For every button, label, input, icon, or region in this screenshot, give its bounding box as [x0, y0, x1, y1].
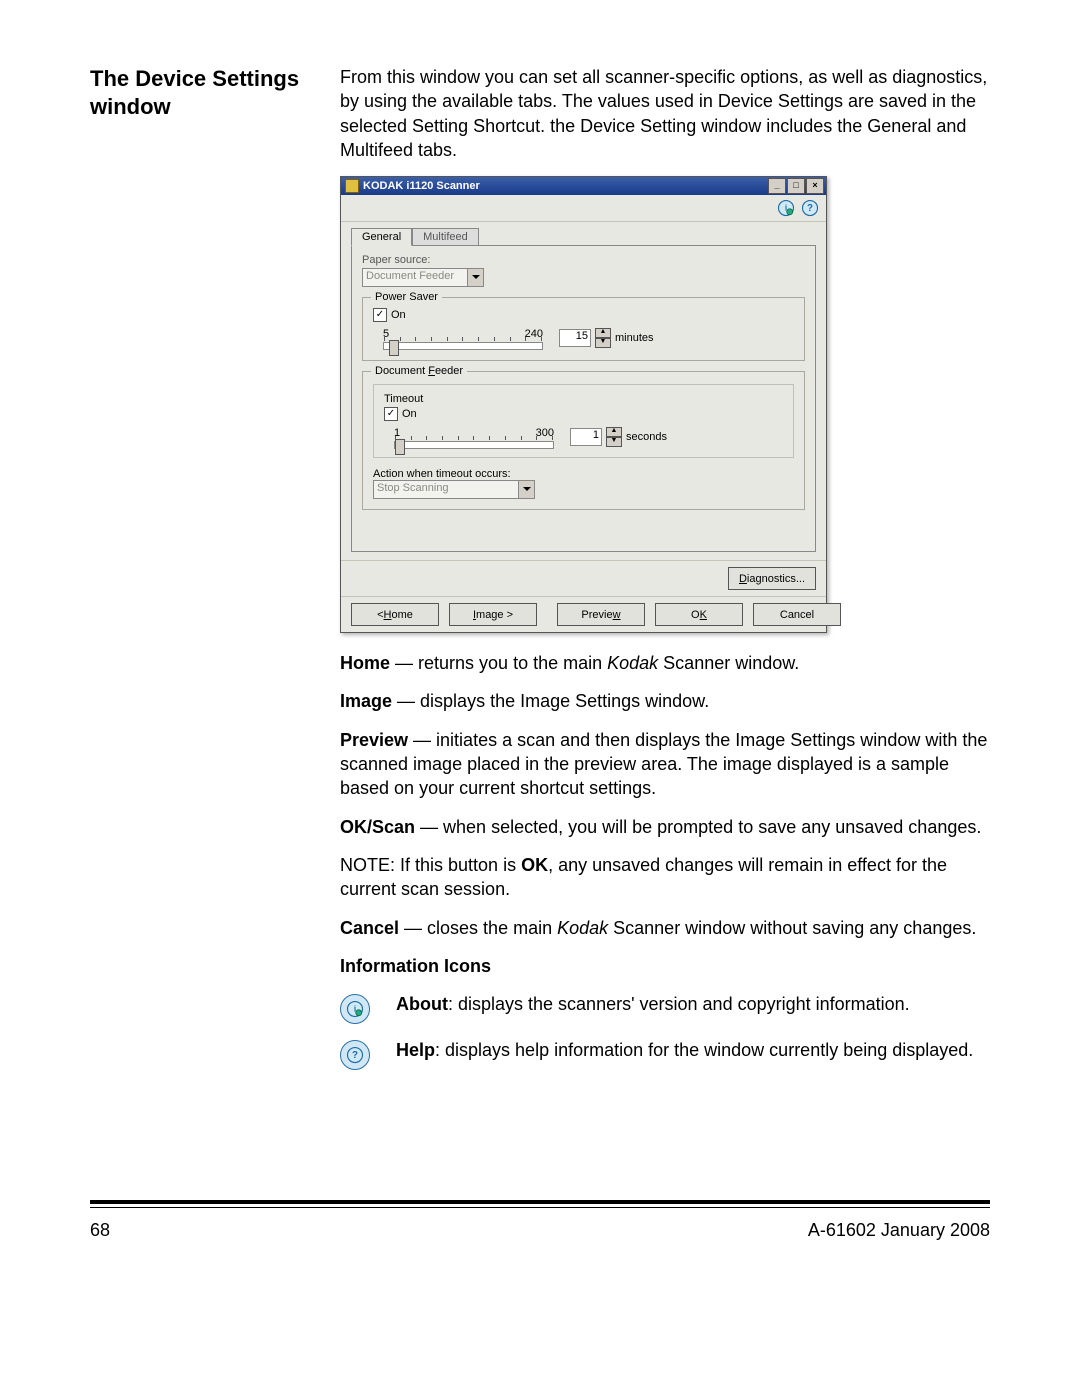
paper-source-combo[interactable]: Document Feeder	[362, 268, 484, 287]
app-icon	[345, 179, 359, 193]
home-desc: Home — returns you to the main Kodak Sca…	[340, 651, 990, 675]
dialog-toolbar: i ?	[341, 195, 826, 222]
tab-panel-general: Paper source: Document Feeder Power Save…	[351, 245, 816, 552]
help-icon[interactable]: ?	[800, 198, 820, 218]
device-settings-dialog: KODAK i1120 Scanner _ □ × i ?	[340, 176, 827, 633]
chevron-down-icon[interactable]	[467, 269, 483, 286]
about-desc: About: displays the scanners' version an…	[396, 992, 990, 1024]
power-saver-group: Power Saver ✓ On 5 240	[362, 297, 805, 361]
maximize-button[interactable]: □	[787, 178, 805, 194]
power-saver-slider[interactable]	[383, 342, 543, 350]
chevron-down-icon[interactable]	[518, 481, 534, 498]
paper-source-value: Document Feeder	[363, 269, 467, 286]
power-saver-unit: minutes	[615, 332, 654, 344]
power-saver-on-label: On	[391, 309, 406, 321]
info-icons-header: Information Icons	[340, 954, 990, 978]
titlebar[interactable]: KODAK i1120 Scanner _ □ ×	[341, 177, 826, 195]
doc-feeder-legend: Document Feeder	[371, 365, 467, 377]
about-icon[interactable]: i	[776, 198, 796, 218]
power-saver-on-checkbox[interactable]: ✓	[373, 308, 387, 322]
timeout-value-input[interactable]: 1	[570, 428, 602, 446]
help-icon: ?	[340, 1040, 370, 1070]
ok-button[interactable]: OK	[655, 603, 743, 626]
preview-button[interactable]: Preview	[557, 603, 645, 626]
timeout-action-combo[interactable]: Stop Scanning	[373, 480, 535, 499]
preview-desc: Preview — initiates a scan and then disp…	[340, 728, 990, 801]
slider-thumb-icon[interactable]	[389, 340, 399, 356]
power-saver-legend: Power Saver	[371, 291, 442, 303]
diagnostics-button[interactable]: Diagnostics...	[728, 567, 816, 590]
paper-source-label: Paper source:	[362, 254, 805, 266]
okscan-desc: OK/Scan — when selected, you will be pro…	[340, 815, 990, 839]
timeout-spinner[interactable]: ▲▼	[606, 427, 622, 447]
section-title: The Device Settings window	[90, 65, 320, 120]
home-button[interactable]: < Home	[351, 603, 439, 626]
svg-text:?: ?	[352, 1050, 358, 1061]
help-desc: Help: displays help information for the …	[396, 1038, 990, 1070]
timeout-on-checkbox[interactable]: ✓	[384, 407, 398, 421]
svg-text:?: ?	[807, 203, 813, 214]
cancel-desc: Cancel — closes the main Kodak Scanner w…	[340, 916, 990, 940]
about-icon: i	[340, 994, 370, 1024]
tab-general[interactable]: General	[351, 228, 412, 246]
image-desc: Image — displays the Image Settings wind…	[340, 689, 990, 713]
okscan-note: NOTE: If this button is OK, any unsaved …	[340, 853, 990, 902]
close-button[interactable]: ×	[806, 178, 824, 194]
doc-id: A-61602 January 2008	[808, 1220, 990, 1241]
intro-paragraph: From this window you can set all scanner…	[340, 65, 990, 162]
timeout-action-value: Stop Scanning	[374, 481, 518, 498]
timeout-slider[interactable]	[394, 441, 554, 449]
timeout-label: Timeout	[384, 393, 783, 405]
timeout-on-label: On	[402, 408, 417, 420]
slider-thumb-icon[interactable]	[395, 439, 405, 455]
image-button[interactable]: Image >	[449, 603, 537, 626]
footer-rule	[90, 1200, 990, 1208]
minimize-button[interactable]: _	[768, 178, 786, 194]
document-feeder-group: Document Feeder Timeout ✓ On	[362, 371, 805, 510]
tab-multifeed[interactable]: Multifeed	[412, 228, 479, 246]
power-saver-spinner[interactable]: ▲▼	[595, 328, 611, 348]
power-saver-value-input[interactable]: 15	[559, 329, 591, 347]
page-number: 68	[90, 1220, 110, 1241]
cancel-button[interactable]: Cancel	[753, 603, 841, 626]
timeout-action-label: Action when timeout occurs:	[373, 468, 794, 480]
window-title: KODAK i1120 Scanner	[363, 180, 480, 192]
timeout-unit: seconds	[626, 431, 667, 443]
